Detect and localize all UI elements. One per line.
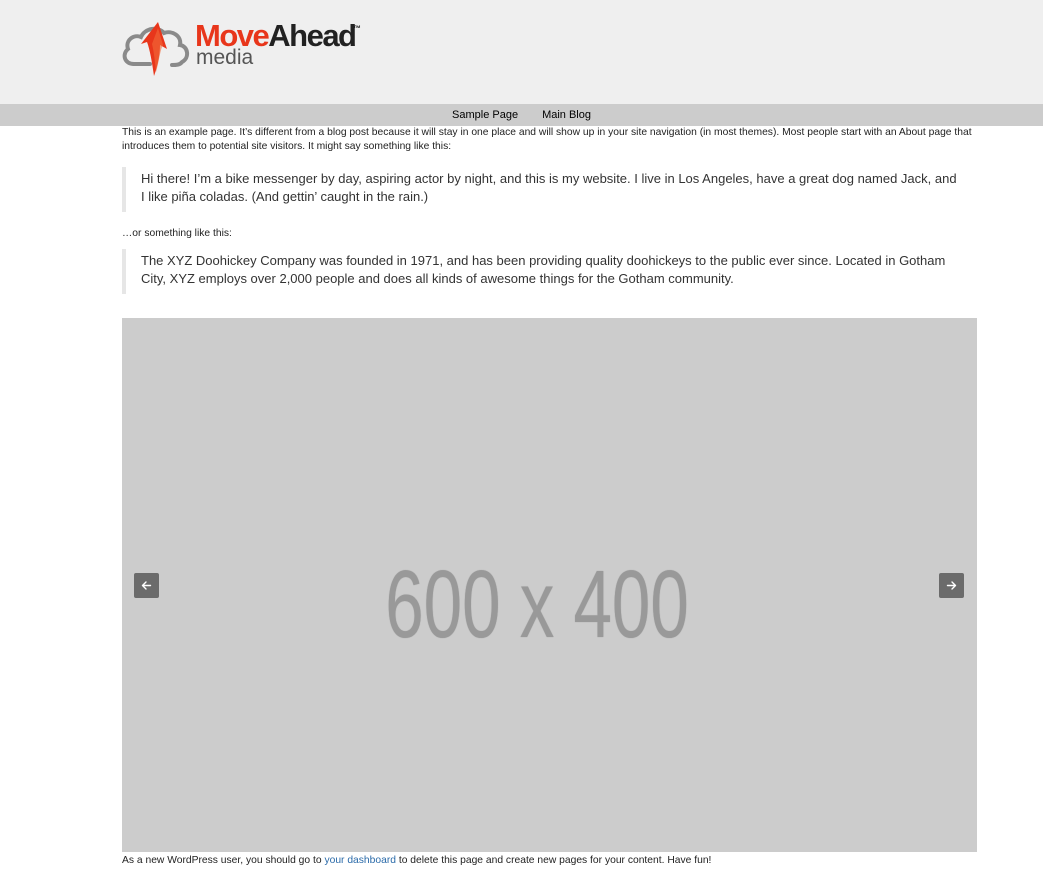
logo-word-ahead: Ahead — [268, 18, 357, 53]
site-logo[interactable]: MoveAhead ™ media — [120, 18, 365, 80]
intro-paragraph: This is an example page. It’s different … — [122, 127, 972, 152]
main-navigation: Sample Page Main Blog — [0, 104, 1043, 126]
page-content: This is an example page. It’s different … — [122, 126, 977, 866]
slider-next-button[interactable] — [939, 573, 964, 598]
nav-item-sample-page[interactable]: Sample Page — [452, 104, 518, 126]
blockquote-bike-messenger: Hi there! I’m a bike messenger by day, a… — [122, 167, 977, 212]
footer-text-before: As a new WordPress user, you should go t… — [122, 855, 325, 866]
logo-trademark: ™ — [353, 24, 361, 33]
image-slider: 600 x 400 — [122, 318, 977, 852]
or-line-paragraph: …or something like this: — [122, 228, 232, 239]
nav-item-main-blog[interactable]: Main Blog — [542, 104, 591, 126]
footer-paragraph: As a new WordPress user, you should go t… — [122, 854, 711, 868]
placeholder-image-text: 600 x 400 — [385, 551, 689, 658]
site-header: MoveAhead ™ media — [0, 0, 1043, 104]
arrow-right-icon — [946, 581, 957, 590]
dashboard-link[interactable]: your dashboard — [324, 855, 396, 866]
arrow-left-icon — [141, 581, 152, 590]
footer-text-after: to delete this page and create new pages… — [396, 855, 712, 866]
slider-prev-button[interactable] — [134, 573, 159, 598]
blockquote-xyz-company: The XYZ Doohickey Company was founded in… — [122, 249, 977, 294]
logo-subtitle: media — [196, 46, 254, 69]
cloud-arrow-icon — [122, 22, 189, 76]
